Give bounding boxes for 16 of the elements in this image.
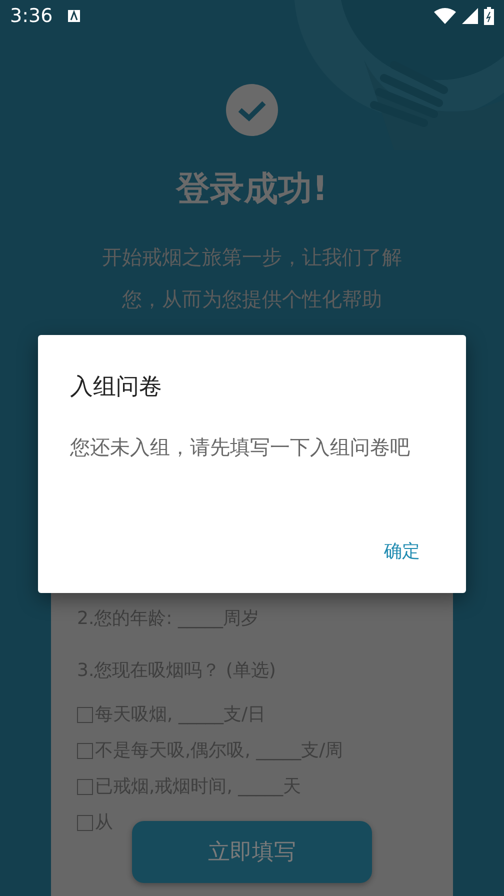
notification-icon: [66, 9, 81, 23]
checkbox[interactable]: [77, 707, 93, 723]
wifi-icon: [434, 8, 456, 24]
battery-icon: [484, 7, 494, 25]
welcome-text: 开始戒烟之旅第一步，让我们了解您，从而为您提供个性化帮助: [101, 244, 403, 313]
signal-icon: [462, 8, 478, 24]
check-icon: [226, 84, 278, 136]
checkbox[interactable]: [77, 743, 93, 759]
confirm-button[interactable]: 确定: [370, 535, 434, 567]
checkbox[interactable]: [77, 815, 93, 831]
checkbox[interactable]: [77, 779, 93, 795]
status-time: 3:36: [10, 5, 53, 27]
dialog-message: 您还未入组，请先填写一下入组问卷吧: [70, 434, 411, 461]
fill-in-button[interactable]: 立即填写: [132, 821, 372, 883]
dialog-title: 入组问卷: [70, 373, 163, 402]
success-title: 登录成功!: [176, 168, 328, 211]
